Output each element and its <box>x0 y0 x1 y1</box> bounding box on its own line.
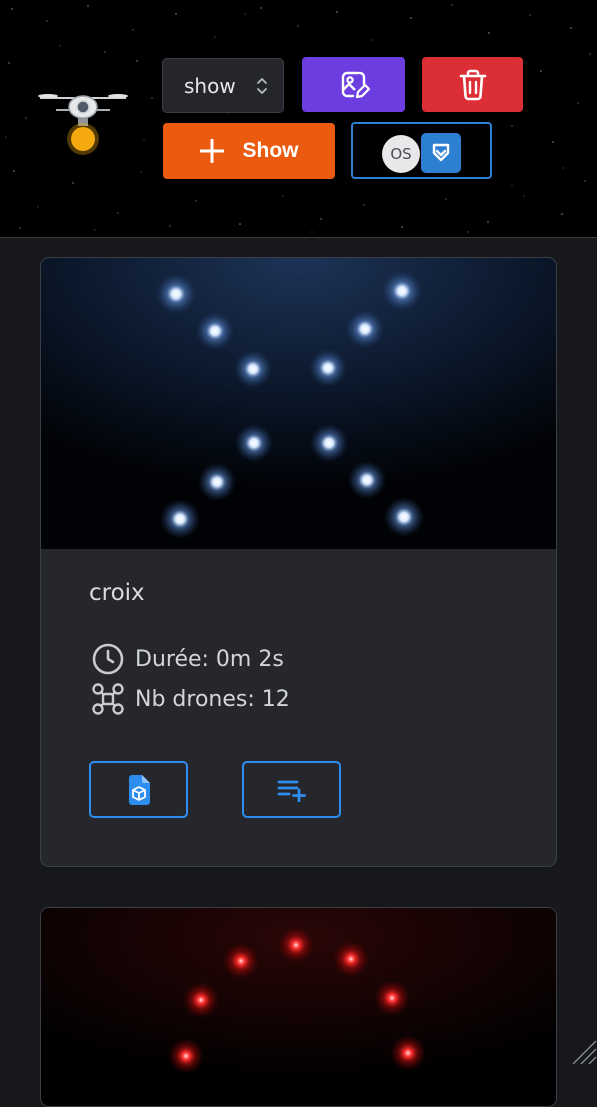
show-card[interactable]: croix Durée: 0m 2s Nb drones: 12 <box>40 257 557 867</box>
drone-icon <box>92 683 124 715</box>
show-drone-count: Nb drones: 12 <box>91 682 290 716</box>
app-logo <box>38 94 128 155</box>
show-duration: Durée: 0m 2s <box>91 642 284 676</box>
os-badge: OS <box>382 135 420 173</box>
delete-button[interactable] <box>422 57 523 112</box>
image-edit-icon <box>341 71 370 98</box>
show-drone-count-text: Nb drones: 12 <box>135 686 290 712</box>
resize-grip-icon[interactable] <box>569 1037 597 1065</box>
add-show-label: Show <box>242 139 299 162</box>
show-preview-image <box>41 258 556 549</box>
chevron-shield-icon <box>421 133 461 173</box>
add-to-playlist-button[interactable] <box>242 761 341 818</box>
show-duration-text: Durée: 0m 2s <box>135 646 284 672</box>
image-edit-button[interactable] <box>302 57 405 112</box>
plus-icon <box>199 139 224 163</box>
clock-icon <box>92 643 124 675</box>
show-select[interactable]: show <box>162 58 284 113</box>
chevron-up-down-icon <box>257 78 267 94</box>
show-title: croix <box>89 580 145 606</box>
add-show-button[interactable]: Show <box>163 123 335 179</box>
show-card[interactable] <box>40 907 557 1107</box>
os-switch-button[interactable]: OS <box>351 122 492 179</box>
playlist-add-icon <box>277 780 306 802</box>
show-preview-image <box>41 908 556 1106</box>
file-3d-icon <box>128 774 150 805</box>
show-select-value: show <box>184 73 236 98</box>
app-header: show Show OS <box>0 0 597 238</box>
open-3d-file-button[interactable] <box>89 761 188 818</box>
trash-icon <box>459 69 486 100</box>
